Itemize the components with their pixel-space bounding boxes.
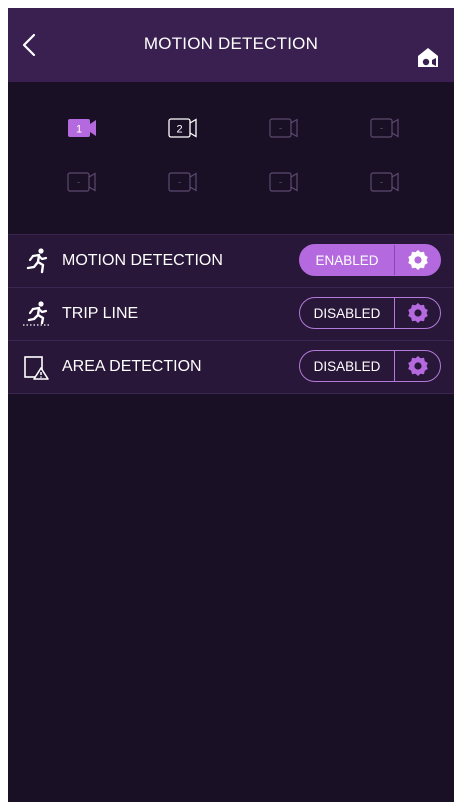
camera-selector: 1 2 - - - - - - [8,117,454,193]
camera-1-button[interactable]: 1 [8,117,133,139]
header-bar: MOTION DETECTION [8,8,454,82]
camera-2-button[interactable]: 2 [133,117,234,139]
page-title: MOTION DETECTION [143,34,319,53]
area-detection-settings-button[interactable] [395,351,440,381]
area-detection-control: DISABLED [299,350,441,382]
camera-7-button[interactable]: - [234,171,335,193]
camera-label: - [177,178,180,189]
motion-detection-toggle[interactable]: ENABLED [300,245,395,275]
camera-3-button[interactable]: - [234,117,335,139]
area-detection-toggle[interactable]: DISABLED [300,351,395,381]
camera-label: 1 [76,124,82,136]
detection-label: AREA DETECTION [62,358,202,375]
detection-row-trip-line[interactable]: TRIP LINE DISABLED [8,288,454,341]
running-person-icon [26,248,48,274]
motion-detection-settings-button[interactable] [395,245,440,275]
motion-detection-control: ENABLED [299,244,441,276]
camera-label: - [379,178,382,189]
camera-label: 2 [176,124,182,136]
camera-8-button[interactable]: - [335,171,436,193]
camera-label: - [278,178,281,189]
app-screen: MOTION DETECTION 1 2 - - - - - - MOTION … [8,8,454,802]
trip-line-toggle[interactable]: DISABLED [300,298,395,328]
trip-line-control: DISABLED [299,297,441,329]
camera-label: - [278,124,281,135]
detection-row-area[interactable]: AREA DETECTION DISABLED [8,341,454,394]
camera-row: - - - - [8,171,454,193]
gear-icon [407,303,428,323]
area-warning-icon [24,356,49,380]
gear-icon [407,250,428,270]
camera-5-button[interactable]: - [8,171,133,193]
trip-line-settings-button[interactable] [395,298,440,328]
camera-6-button[interactable]: - [133,171,234,193]
camera-4-button[interactable]: - [335,117,436,139]
trip-line-icon [23,301,49,326]
detection-list: MOTION DETECTION ENABLED TRIP LINE DISAB… [8,234,454,394]
detection-label: TRIP LINE [62,305,139,322]
detection-label: MOTION DETECTION [62,252,223,269]
camera-row: 1 2 - - [8,117,454,139]
detection-row-motion[interactable]: MOTION DETECTION ENABLED [8,235,454,288]
camera-label: - [379,124,382,135]
gear-icon [407,356,428,376]
camera-label: - [77,178,80,189]
home-camera-icon[interactable] [416,45,440,69]
